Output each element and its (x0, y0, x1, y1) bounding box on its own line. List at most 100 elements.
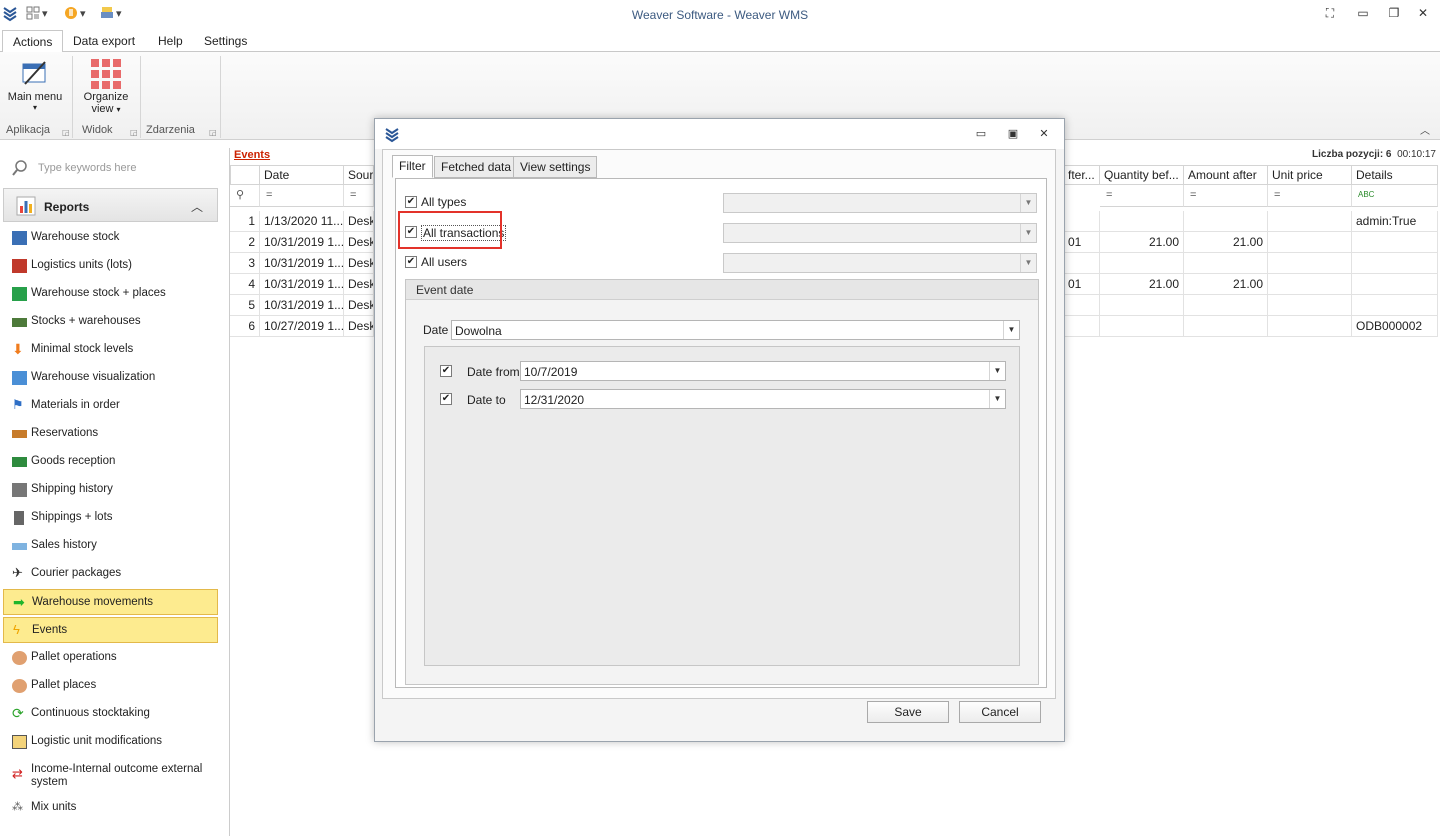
fullscreen-icon[interactable]: ⛶ (1320, 6, 1340, 24)
nav-item-mix-units[interactable]: ⁂ Mix units (3, 795, 218, 821)
cell-unit-price[interactable] (1268, 211, 1352, 232)
save-button[interactable]: Save (867, 701, 949, 723)
date-from-input[interactable]: 10/7/2019 ▼ (520, 361, 1006, 381)
cell-date[interactable]: 10/31/2019 1... (260, 295, 344, 316)
cell-details[interactable]: admin:True (1352, 211, 1438, 232)
cell-unit-price[interactable] (1268, 274, 1352, 295)
tab-filter[interactable]: Filter (392, 155, 433, 178)
maximize-icon[interactable]: ▣ (1004, 127, 1022, 141)
nav-item-warehouse-movements[interactable]: ➡ Warehouse movements (3, 589, 218, 615)
date-to-checkbox[interactable]: ✔ (440, 393, 452, 405)
nav-item-shipping-history[interactable]: Shipping history (3, 477, 218, 503)
cell-details[interactable] (1352, 295, 1438, 316)
filter-date[interactable]: = (260, 185, 344, 207)
cell-date[interactable]: 10/31/2019 1... (260, 274, 344, 295)
nav-item-goods-reception[interactable]: Goods reception (3, 449, 218, 475)
date-to-input[interactable]: 12/31/2020 ▼ (520, 389, 1006, 409)
nav-item-stocks-warehouses[interactable]: Stocks + warehouses (3, 309, 218, 335)
cell-amount-after[interactable] (1184, 295, 1268, 316)
filter-quantity-before[interactable]: = (1100, 185, 1184, 207)
nav-item-materials-in-order[interactable]: ⚑ Materials in order (3, 393, 218, 419)
column-header-after[interactable]: fter... (1064, 165, 1100, 185)
all-users-checkbox[interactable]: ✔ (405, 256, 417, 268)
cell-after[interactable]: 01 (1064, 274, 1100, 295)
cell-quantity-before[interactable]: 21.00 (1100, 232, 1184, 253)
cell-source[interactable]: Deskt (344, 274, 374, 295)
cell-amount-after[interactable]: 21.00 (1184, 274, 1268, 295)
nav-item-courier-packages[interactable]: ✈ Courier packages (3, 561, 218, 587)
cell-after[interactable]: 01 (1064, 232, 1100, 253)
cell-date[interactable]: 10/31/2019 1... (260, 253, 344, 274)
launcher-icon[interactable]: ◲ (62, 128, 70, 137)
cell-quantity-before[interactable] (1100, 295, 1184, 316)
row-number[interactable]: 1 (230, 211, 260, 232)
filter-unit-price[interactable]: = (1268, 185, 1352, 207)
filter-details[interactable]: ABC (1352, 185, 1438, 207)
close-icon[interactable]: ✕ (1035, 127, 1053, 141)
cell-details[interactable] (1352, 232, 1438, 253)
cell-source[interactable]: Deskt (344, 232, 374, 253)
cell-unit-price[interactable] (1268, 253, 1352, 274)
cell-quantity-before[interactable] (1100, 211, 1184, 232)
search-input[interactable]: Type keywords here (8, 156, 216, 180)
cell-source[interactable]: Deskt (344, 316, 374, 337)
all-types-checkbox[interactable]: ✔ (405, 196, 417, 208)
tab-fetched-data[interactable]: Fetched data (434, 156, 519, 178)
tab-settings[interactable]: Settings (194, 30, 257, 52)
types-combo[interactable]: ▼ (723, 193, 1037, 213)
nav-item-warehouse-visualization[interactable]: Warehouse visualization (3, 365, 218, 391)
events-link[interactable]: Events (234, 149, 270, 161)
cell-after[interactable] (1064, 295, 1100, 316)
nav-item-events[interactable]: ϟ Events (3, 617, 218, 643)
nav-item-minimal-stock[interactable]: ⬇ Minimal stock levels (3, 337, 218, 363)
organize-view-button[interactable]: Organize view ▾ (78, 58, 134, 115)
tab-view-settings[interactable]: View settings (513, 156, 598, 178)
cell-amount-after[interactable] (1184, 316, 1268, 337)
restore-icon[interactable]: ❐ (1384, 6, 1404, 24)
close-icon[interactable]: ✕ (1413, 6, 1433, 24)
column-header-date[interactable]: Date (260, 165, 344, 185)
filter-amount-after[interactable]: = (1184, 185, 1268, 207)
date-mode-select[interactable]: Dowolna ▼ (451, 320, 1020, 340)
nav-item-warehouse-stock-places[interactable]: Warehouse stock + places (3, 281, 218, 307)
minimize-icon[interactable]: ▭ (1353, 6, 1373, 24)
tab-actions[interactable]: Actions (2, 30, 64, 53)
nav-item-logistics-units[interactable]: Logistics units (lots) (3, 253, 218, 279)
reports-section-header[interactable]: Reports ︿ (3, 188, 218, 222)
column-header-source[interactable]: Sourc (344, 165, 374, 185)
row-number[interactable]: 3 (230, 253, 260, 274)
cell-amount-after[interactable] (1184, 253, 1268, 274)
transactions-combo[interactable]: ▼ (723, 223, 1037, 243)
cell-after[interactable] (1064, 253, 1100, 274)
cell-unit-price[interactable] (1268, 295, 1352, 316)
nav-item-continuous-stocktaking[interactable]: ⟳ Continuous stocktaking (3, 701, 218, 727)
nav-item-logistic-unit-modifications[interactable]: Logistic unit modifications (3, 729, 218, 755)
cell-quantity-before[interactable] (1100, 316, 1184, 337)
nav-item-shippings-lots[interactable]: Shippings + lots (3, 505, 218, 531)
date-from-checkbox[interactable]: ✔ (440, 365, 452, 377)
cell-quantity-before[interactable] (1100, 253, 1184, 274)
column-header-amount-after[interactable]: Amount after (1184, 165, 1268, 185)
cell-date[interactable]: 1/13/2020 11... (260, 211, 344, 232)
nav-item-pallet-operations[interactable]: Pallet operations (3, 645, 218, 671)
minimize-icon[interactable]: ▭ (972, 127, 990, 141)
column-header-details[interactable]: Details (1352, 165, 1438, 185)
column-header-quantity-before[interactable]: Quantity bef... (1100, 165, 1184, 185)
cell-amount-after[interactable]: 21.00 (1184, 232, 1268, 253)
filter-source[interactable]: = (344, 185, 374, 207)
nav-item-reservations[interactable]: Reservations (3, 421, 218, 447)
row-number[interactable]: 5 (230, 295, 260, 316)
nav-item-warehouse-stock[interactable]: Warehouse stock (3, 225, 218, 251)
cell-date[interactable]: 10/31/2019 1... (260, 232, 344, 253)
cell-source[interactable]: Deskt (344, 295, 374, 316)
cell-details[interactable] (1352, 253, 1438, 274)
cell-details[interactable] (1352, 274, 1438, 295)
cell-unit-price[interactable] (1268, 316, 1352, 337)
cell-source[interactable]: Deskt (344, 253, 374, 274)
launcher-icon[interactable]: ◲ (209, 128, 217, 137)
launcher-icon[interactable]: ◲ (130, 128, 138, 137)
cancel-button[interactable]: Cancel (959, 701, 1041, 723)
tab-help[interactable]: Help (148, 30, 193, 52)
column-header-unit-price[interactable]: Unit price (1268, 165, 1352, 185)
nav-item-sales-history[interactable]: Sales history (3, 533, 218, 559)
